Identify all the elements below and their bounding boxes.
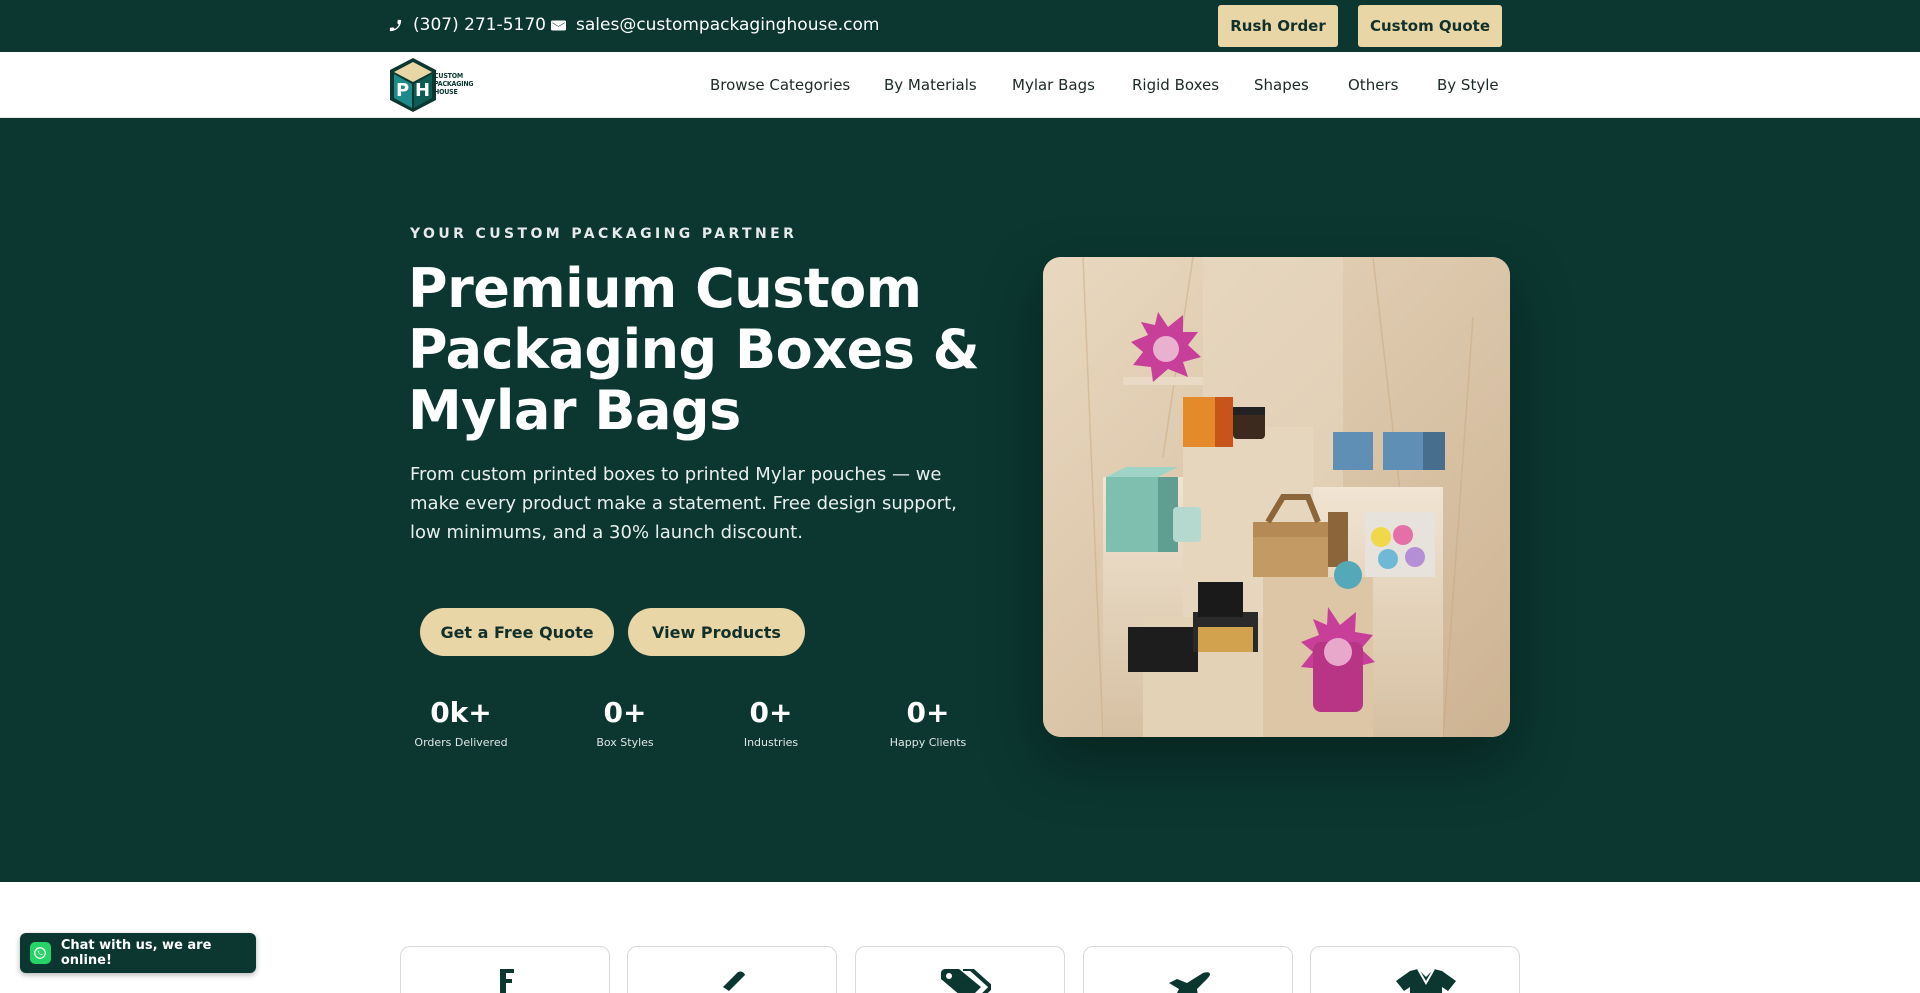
hero-product-image <box>1043 257 1510 737</box>
nav-others[interactable]: Others <box>1348 76 1398 94</box>
email-link[interactable]: sales@custompackaginghouse.com <box>551 15 880 35</box>
custom-quote-button[interactable]: Custom Quote <box>1358 5 1502 47</box>
stat-label: Industries <box>743 736 799 749</box>
mail-icon <box>551 20 566 30</box>
nav-shapes[interactable]: Shapes <box>1254 76 1309 94</box>
logo-wordmark: CUSTOM PACKAGING HOUSE <box>434 72 474 96</box>
stat-industries: 0+ Industries <box>721 696 821 750</box>
stat-box-styles: 0+ Box Styles <box>575 696 675 750</box>
feature-card-4[interactable] <box>1083 946 1293 993</box>
chat-widget[interactable]: Chat with us, we are online! <box>20 933 256 973</box>
feature-card-1[interactable] <box>400 946 610 993</box>
brush-icon <box>723 971 745 991</box>
whatsapp-icon <box>30 942 51 964</box>
site-logo[interactable]: P H CUSTOM PACKAGING HOUSE <box>388 56 484 114</box>
stat-label: Happy Clients <box>889 736 967 749</box>
svg-text:H: H <box>415 80 430 101</box>
nav-browse-categories[interactable]: Browse Categories <box>710 76 850 94</box>
get-free-quote-button[interactable]: Get a Free Quote <box>420 608 614 656</box>
hero-headline: Premium Custom Packaging Boxes & Mylar B… <box>408 257 980 442</box>
nav-mylar-bags[interactable]: Mylar Bags <box>1012 76 1095 94</box>
rush-order-button[interactable]: Rush Order <box>1218 5 1338 47</box>
phone-number: (307) 271-5170 <box>413 15 546 35</box>
headline-line-2: Packaging Boxes & <box>408 318 980 381</box>
main-navigation: P H CUSTOM PACKAGING HOUSE Browse Catego… <box>0 52 1920 118</box>
headline-line-1: Premium Custom <box>408 257 922 320</box>
phone-link[interactable]: (307) 271-5170 <box>388 15 546 35</box>
svg-text:P: P <box>396 80 409 101</box>
feature-card-3[interactable] <box>855 946 1065 993</box>
view-products-button[interactable]: View Products <box>628 608 805 656</box>
stat-value: 0+ <box>603 696 647 729</box>
hero-section: YOUR CUSTOM PACKAGING PARTNER Premium Cu… <box>0 118 1920 882</box>
chat-label: Chat with us, we are online! <box>60 938 212 968</box>
headline-line-3: Mylar Bags <box>408 379 741 442</box>
feature-card-2[interactable] <box>627 946 837 993</box>
hero-eyebrow: YOUR CUSTOM PACKAGING PARTNER <box>410 226 798 242</box>
hero-subtext: From custom printed boxes to printed Myl… <box>410 464 957 543</box>
plane-icon <box>1169 972 1210 993</box>
nav-by-style[interactable]: By Style <box>1437 76 1499 94</box>
stat-label: Orders Delivered <box>414 736 508 749</box>
nav-by-materials[interactable]: By Materials <box>884 76 977 94</box>
logo-mark-icon: P H <box>390 58 436 112</box>
product-showcase-illustration <box>1043 257 1510 737</box>
stat-orders-delivered: 0k+ Orders Delivered <box>411 696 511 750</box>
nav-rigid-boxes[interactable]: Rigid Boxes <box>1132 76 1219 94</box>
stat-happy-clients: 0+ Happy Clients <box>878 696 978 750</box>
top-contact-bar: (307) 271-5170 sales@custompackaginghous… <box>0 0 1920 52</box>
stat-label: Box Styles <box>596 736 654 749</box>
shirt-icon <box>1396 969 1456 993</box>
phone-icon <box>389 19 402 31</box>
feature-card-5[interactable] <box>1310 946 1520 993</box>
list-icon <box>500 969 514 993</box>
stat-value: 0+ <box>749 696 793 729</box>
email-address: sales@custompackaginghouse.com <box>576 15 880 35</box>
stat-value: 0k+ <box>430 696 492 729</box>
stat-value: 0+ <box>906 696 950 729</box>
tag-icon <box>941 969 991 993</box>
